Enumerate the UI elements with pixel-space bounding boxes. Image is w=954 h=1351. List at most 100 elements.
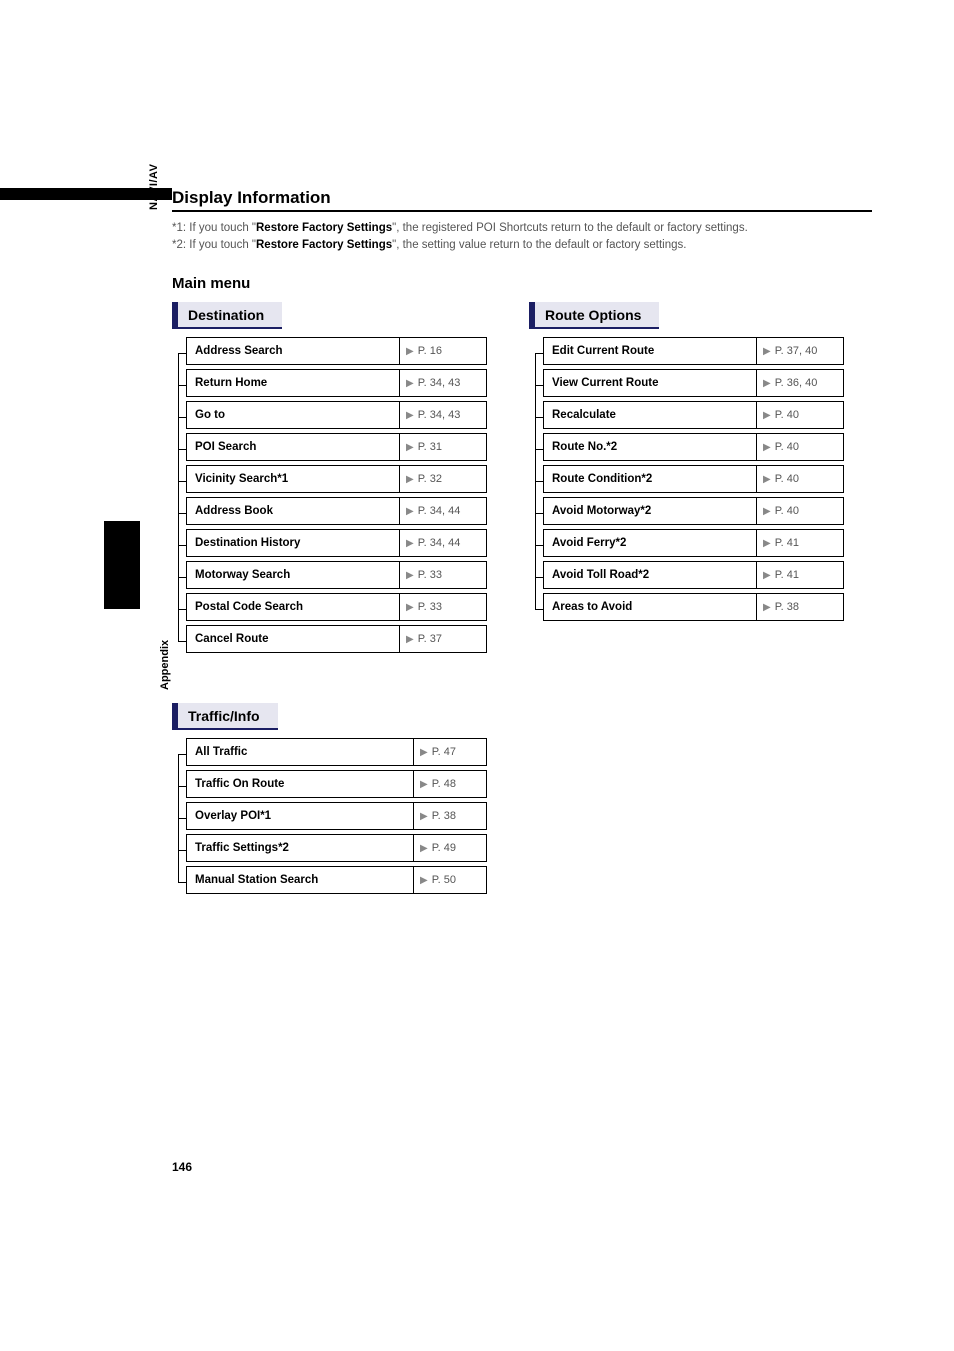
triangle-icon: ▶ <box>763 378 771 389</box>
node-label: Traffic On Route <box>187 771 414 797</box>
node-label: Avoid Ferry*2 <box>544 530 757 556</box>
node-page-text: P. 38 <box>775 601 799 613</box>
node-page: ▶ P. 34, 43 <box>400 402 486 428</box>
tree-branch <box>178 481 186 482</box>
tree-node: Route Condition*2 ▶ P. 40 <box>543 465 844 493</box>
triangle-icon: ▶ <box>406 378 414 389</box>
node-label: Motorway Search <box>187 562 400 588</box>
note-2-suffix: ", the setting value return to the defau… <box>392 239 686 251</box>
tree-branch <box>178 577 186 578</box>
tree-branch <box>178 353 186 354</box>
node-label: POI Search <box>187 434 400 460</box>
tree-node: All Traffic ▶ P. 47 <box>186 738 487 766</box>
tree-row: Address Search ▶ P. 16 <box>186 337 487 369</box>
node-label: Return Home <box>187 370 400 396</box>
triangle-icon: ▶ <box>406 538 414 549</box>
node-page: ▶ P. 37, 40 <box>757 338 843 364</box>
node-page: ▶ P. 40 <box>757 434 843 460</box>
node-page-text: P. 50 <box>432 874 456 886</box>
tree-row: Traffic On Route ▶ P. 48 <box>186 770 487 802</box>
node-label: Avoid Toll Road*2 <box>544 562 757 588</box>
node-page-text: P. 37, 40 <box>775 345 818 357</box>
node-label: Vicinity Search*1 <box>187 466 400 492</box>
tree-branch <box>178 641 186 642</box>
tree-node: POI Search ▶ P. 31 <box>186 433 487 461</box>
route-options-header: Route Options <box>529 302 659 329</box>
tree-node: Avoid Ferry*2 ▶ P. 41 <box>543 529 844 557</box>
triangle-icon: ▶ <box>406 634 414 645</box>
node-label: Route Condition*2 <box>544 466 757 492</box>
node-label: View Current Route <box>544 370 757 396</box>
node-page: ▶ P. 32 <box>400 466 486 492</box>
node-page-text: P. 41 <box>775 569 799 581</box>
tree-node: Recalculate ▶ P. 40 <box>543 401 844 429</box>
triangle-icon: ▶ <box>420 779 428 790</box>
destination-header: Destination <box>172 302 282 329</box>
node-page-text: P. 41 <box>775 537 799 549</box>
note-1-suffix: ", the registered POI Shortcuts return t… <box>392 222 748 234</box>
tree-branch <box>178 449 186 450</box>
tree-branch <box>178 818 186 819</box>
side-label-naviav: NAVI/AV <box>148 164 160 211</box>
triangle-icon: ▶ <box>406 346 414 357</box>
node-page-text: P. 40 <box>775 441 799 453</box>
destination-column: Destination Address Search ▶ P. 16 Retur… <box>172 302 487 657</box>
tree-row: Edit Current Route ▶ P. 37, 40 <box>543 337 844 369</box>
note-1-prefix: *1: If you touch " <box>172 222 256 234</box>
triangle-icon: ▶ <box>420 843 428 854</box>
triangle-icon: ▶ <box>763 506 771 517</box>
triangle-icon: ▶ <box>763 346 771 357</box>
tree-branch <box>178 786 186 787</box>
node-label: Cancel Route <box>187 626 400 652</box>
tree-row: Recalculate ▶ P. 40 <box>543 401 844 433</box>
tree-node: Cancel Route ▶ P. 37 <box>186 625 487 653</box>
triangle-icon: ▶ <box>406 474 414 485</box>
notes-block: *1: If you touch "Restore Factory Settin… <box>172 220 872 253</box>
triangle-icon: ▶ <box>406 570 414 581</box>
node-label: Avoid Motorway*2 <box>544 498 757 524</box>
tree-node: Address Book ▶ P. 34, 44 <box>186 497 487 525</box>
tree-row: View Current Route ▶ P. 36, 40 <box>543 369 844 401</box>
node-page: ▶ P. 37 <box>400 626 486 652</box>
node-page-text: P. 40 <box>775 505 799 517</box>
node-label: Overlay POI*1 <box>187 803 414 829</box>
node-page-text: P. 48 <box>432 778 456 790</box>
node-page-text: P. 34, 43 <box>418 409 461 421</box>
top-black-bar <box>0 188 172 200</box>
tree-branch <box>178 513 186 514</box>
tree-branch <box>535 385 543 386</box>
triangle-icon: ▶ <box>763 602 771 613</box>
node-page-text: P. 34, 44 <box>418 537 461 549</box>
tree-node: Edit Current Route ▶ P. 37, 40 <box>543 337 844 365</box>
node-page: ▶ P. 34, 44 <box>400 498 486 524</box>
note-2-prefix: *2: If you touch " <box>172 239 256 251</box>
traffic-info-tree: All Traffic ▶ P. 47 Traffic On Route ▶ P… <box>172 738 487 898</box>
node-label: Address Search <box>187 338 400 364</box>
tree-row: Cancel Route ▶ P. 37 <box>186 625 487 657</box>
tree-node: Address Search ▶ P. 16 <box>186 337 487 365</box>
tree-node: Manual Station Search ▶ P. 50 <box>186 866 487 894</box>
tree-node: Traffic On Route ▶ P. 48 <box>186 770 487 798</box>
triangle-icon: ▶ <box>420 747 428 758</box>
side-black-block <box>104 521 140 609</box>
tree-row: Avoid Ferry*2 ▶ P. 41 <box>543 529 844 561</box>
node-label: Postal Code Search <box>187 594 400 620</box>
tree-branch <box>178 609 186 610</box>
node-page: ▶ P. 49 <box>414 835 486 861</box>
node-page: ▶ P. 40 <box>757 498 843 524</box>
tree-node: Go to ▶ P. 34, 43 <box>186 401 487 429</box>
tree-node: View Current Route ▶ P. 36, 40 <box>543 369 844 397</box>
triangle-icon: ▶ <box>763 442 771 453</box>
tree-row: Destination History ▶ P. 34, 44 <box>186 529 487 561</box>
tree-node: Vicinity Search*1 ▶ P. 32 <box>186 465 487 493</box>
tree-row: Route Condition*2 ▶ P. 40 <box>543 465 844 497</box>
node-page-text: P. 37 <box>418 633 442 645</box>
tree-branch <box>535 353 543 354</box>
node-page-text: P. 38 <box>432 810 456 822</box>
node-page-text: P. 32 <box>418 473 442 485</box>
node-page: ▶ P. 41 <box>757 562 843 588</box>
triangle-icon: ▶ <box>420 811 428 822</box>
note-1-bold: Restore Factory Settings <box>256 222 392 234</box>
tree-branch <box>178 545 186 546</box>
note-2-bold: Restore Factory Settings <box>256 239 392 251</box>
